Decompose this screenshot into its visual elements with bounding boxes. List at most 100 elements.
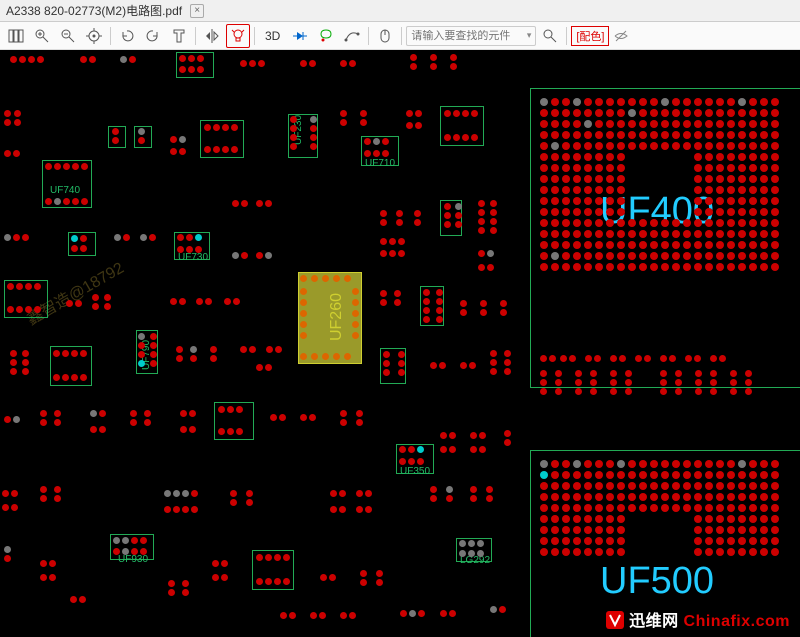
padrow [455,203,462,228]
padrow [504,430,511,446]
padrow [459,550,484,557]
padrow [660,370,667,395]
padrow [330,506,346,513]
padrow [340,612,356,619]
3d-button[interactable]: 3D [259,24,286,48]
padrow [246,490,253,506]
padrow [4,110,11,126]
padrow [406,122,422,129]
padrow [440,446,456,453]
padrow [590,370,597,395]
separator [368,27,369,45]
padrow [330,490,346,497]
padrow [210,346,217,362]
flip-horizontal-icon[interactable] [200,24,224,48]
padrow [120,56,136,63]
padrow [112,128,119,144]
title-bar: A2338 820-02773(M2)电路图.pdf × [0,0,800,22]
padrow [80,56,96,63]
padrow [180,426,196,433]
search-field[interactable] [411,30,526,42]
padrow [460,362,476,369]
curve-icon[interactable] [340,24,364,48]
padrow [364,138,389,145]
padrow [177,246,202,253]
separator [110,27,111,45]
search-input[interactable]: ▾ [406,26,536,46]
padrow [144,410,151,426]
label-uf710: UF710 [365,158,395,169]
padrow [430,362,446,369]
padrow [360,110,367,126]
padrow [356,410,363,426]
padrow [399,446,424,453]
target-icon[interactable] [82,24,106,48]
separator [566,27,567,45]
padrow [610,370,617,395]
padrow [212,560,228,567]
padrow [92,294,99,310]
padrow [70,596,86,603]
zoom-in-icon[interactable] [30,24,54,48]
zoom-out-icon[interactable] [56,24,80,48]
columns-icon[interactable] [4,24,28,48]
padrow [71,235,87,242]
brush-icon[interactable] [167,24,191,48]
separator [254,27,255,45]
padrow [256,578,290,585]
padrow [450,54,457,70]
separator [195,27,196,45]
padrow [710,370,717,395]
padrow [540,370,547,395]
padrow [66,300,82,307]
padrow [4,234,29,241]
mouse-icon[interactable] [373,24,397,48]
padrow [352,288,359,339]
watermark-prefix: 迅维网 [629,613,679,630]
tab-close-button[interactable]: × [190,4,204,18]
label-uf930: UF930 [118,554,148,565]
padrow [394,290,401,306]
padrow [240,346,256,353]
color-scheme-button[interactable]: [配色] [571,26,609,46]
padrow [90,410,106,417]
rotate-right-icon[interactable] [141,24,165,48]
padrow [396,210,403,226]
label-uf500: UF500 [600,560,714,603]
padrow [218,428,243,435]
padrow [130,410,137,426]
padrow [478,264,494,271]
padrow [22,350,29,375]
padrow [410,54,417,70]
padrow [500,300,507,316]
rotate-left-icon[interactable] [115,24,139,48]
padrow [170,298,186,305]
visibility-off-icon[interactable] [611,26,631,46]
lasso-icon[interactable] [314,24,338,48]
padrow [444,110,478,117]
padrow [10,56,44,63]
padrow [585,355,601,362]
padrow [224,298,240,305]
pcb-canvas[interactable]: 鑫智造@18792 UF400 UF500 [0,50,800,637]
padrow [730,370,737,395]
padrow [45,198,88,205]
padrow [90,426,106,433]
padrow [356,490,372,497]
padrow [478,250,494,257]
padrow [232,252,248,259]
padrow [480,300,487,316]
padrow [218,406,243,413]
chevron-down-icon[interactable]: ▾ [527,30,532,41]
padrow [150,333,157,367]
padrow [446,486,453,502]
separator [401,27,402,45]
padrow [364,150,389,157]
search-icon[interactable] [538,24,562,48]
padrow [436,289,443,323]
bulb-icon[interactable] [226,24,250,48]
padrow [256,200,272,207]
diode-icon[interactable] [288,24,312,48]
padrow [179,66,204,73]
label-uf730: UF730 [178,252,208,263]
